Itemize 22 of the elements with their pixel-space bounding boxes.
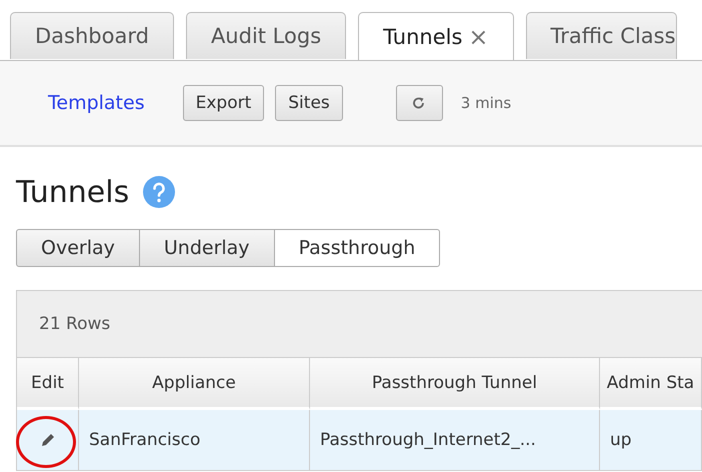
tab[interactable]: Tunnels × — [358, 12, 514, 60]
toolbar-button[interactable]: Sites — [275, 85, 343, 121]
tab[interactable]: Traffic Class — [526, 12, 677, 59]
page-title: Tunnels — [16, 174, 130, 210]
help-icon[interactable] — [143, 176, 176, 208]
column-header[interactable]: Edit — [17, 358, 79, 410]
close-icon[interactable]: × — [468, 22, 489, 50]
refresh-button[interactable] — [396, 85, 443, 121]
column-header[interactable]: Passthrough Tunnel — [310, 358, 600, 410]
table-cell: Passthrough_Internet2_... — [310, 410, 600, 470]
toolbar-button[interactable]: Export — [182, 85, 264, 121]
segment-tab[interactable]: Overlay — [16, 229, 140, 267]
segment-tab[interactable]: Passthrough — [274, 229, 440, 267]
refresh-age: 3 mins — [460, 94, 512, 112]
tab[interactable]: Audit Logs — [186, 12, 346, 59]
column-header[interactable]: Appliance — [79, 358, 310, 410]
table-cell: SanFrancisco — [79, 410, 310, 470]
templates-link[interactable]: Templates — [48, 92, 145, 114]
tab[interactable]: Dashboard — [10, 12, 174, 59]
column-header[interactable]: Admin Sta — [600, 358, 702, 410]
table-cell: up — [600, 410, 702, 470]
segment-tab[interactable]: Underlay — [138, 229, 275, 267]
